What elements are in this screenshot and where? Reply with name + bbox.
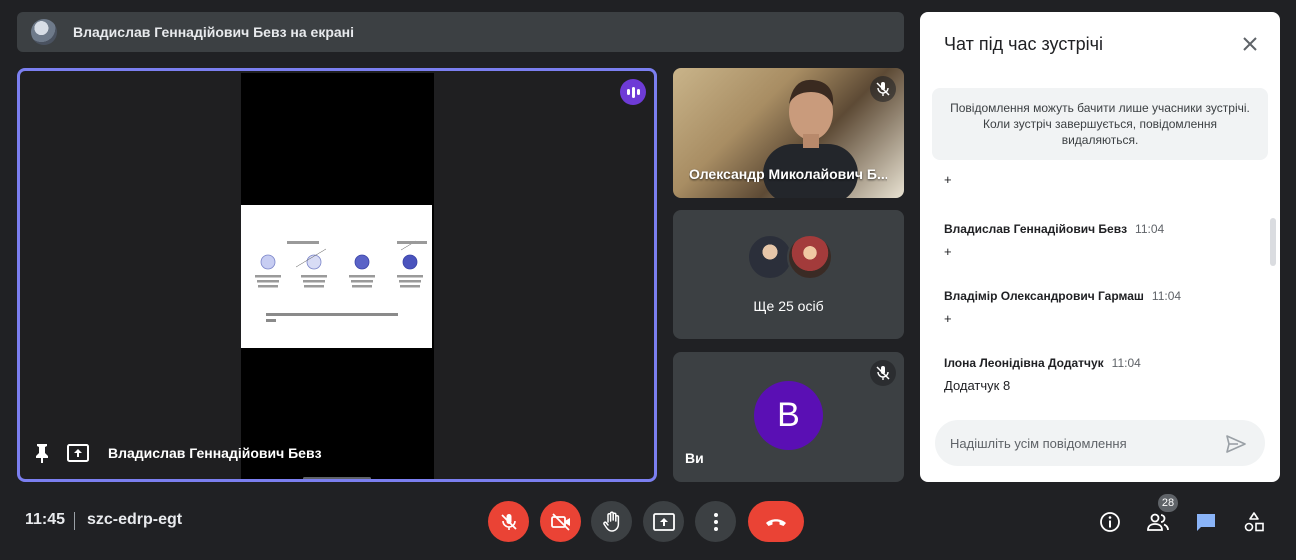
chat-notice: Повідомлення можуть бачити лише учасники… bbox=[932, 88, 1268, 160]
presentation-slide bbox=[241, 205, 432, 348]
message-text: + bbox=[944, 172, 952, 187]
close-icon[interactable] bbox=[1238, 32, 1262, 56]
message-text: Додатчук 8 bbox=[944, 378, 1011, 393]
pin-icon[interactable] bbox=[30, 441, 54, 465]
present-now-button[interactable] bbox=[643, 501, 684, 542]
people-button[interactable] bbox=[1145, 509, 1171, 535]
message-text: + bbox=[944, 244, 952, 259]
chat-button[interactable] bbox=[1193, 509, 1219, 535]
message-time: 11:04 bbox=[1111, 356, 1141, 370]
others-avatars bbox=[747, 234, 833, 280]
raise-hand-button[interactable] bbox=[591, 501, 632, 542]
mic-off-icon bbox=[870, 76, 896, 102]
meeting-details-button[interactable] bbox=[1097, 509, 1123, 535]
message-time: 11:04 bbox=[1135, 222, 1165, 236]
mic-off-icon bbox=[870, 360, 896, 386]
chat-title: Чат під час зустрічі bbox=[944, 34, 1103, 54]
chat-message: Владімір Олександрович Гармаш 11:04 + bbox=[944, 287, 1181, 326]
meeting-code: szc-edrp-egt bbox=[87, 511, 183, 528]
more-options-icon bbox=[713, 512, 718, 531]
raise-hand-icon bbox=[602, 511, 619, 532]
chat-panel: Чат під час зустрічі Повідомлення можуть… bbox=[920, 12, 1280, 482]
divider bbox=[74, 512, 75, 530]
leave-call-button[interactable] bbox=[748, 501, 804, 542]
presenting-text: Владислав Геннадійович Бевз на екрані bbox=[73, 24, 355, 40]
others-count-label: Ще 25 осіб bbox=[753, 298, 824, 314]
present-icon bbox=[66, 441, 90, 465]
shared-screen bbox=[241, 73, 434, 479]
share-scroll-indicator bbox=[303, 477, 371, 479]
video-off-icon bbox=[550, 512, 570, 531]
message-sender: Ілона Леонідівна Додатчук bbox=[944, 356, 1104, 370]
more-options-button[interactable] bbox=[695, 501, 736, 542]
self-tile[interactable]: В Ви bbox=[673, 352, 904, 482]
slide-diagram bbox=[255, 240, 427, 322]
message-sender: Владімір Олександрович Гармаш bbox=[944, 289, 1144, 303]
others-tile[interactable]: Ще 25 осіб bbox=[673, 210, 904, 339]
chat-message: Владислав Геннадійович Бевз 11:04 + bbox=[944, 220, 1164, 259]
activities-button[interactable] bbox=[1241, 509, 1267, 535]
present-icon bbox=[652, 512, 675, 531]
chat-message: Ілона Леонідівна Додатчук 11:04 Додатчук … bbox=[944, 354, 1141, 393]
chat-input[interactable] bbox=[935, 420, 1265, 466]
message-text: + bbox=[944, 311, 952, 326]
hang-up-icon bbox=[766, 518, 786, 526]
people-icon bbox=[1147, 513, 1169, 531]
message-sender: Владислав Геннадійович Бевз bbox=[944, 222, 1128, 236]
info-icon bbox=[1100, 512, 1120, 532]
participant-name: Олександр Миколайович Б... bbox=[689, 166, 887, 182]
presenter-avatar bbox=[31, 19, 57, 45]
mic-off-icon bbox=[500, 513, 517, 530]
chat-icon bbox=[1197, 514, 1215, 531]
people-count-badge: 28 bbox=[1158, 494, 1178, 512]
send-icon[interactable] bbox=[1224, 432, 1248, 456]
chat-message: + bbox=[944, 172, 952, 187]
main-tile-name: Владислав Геннадійович Бевз bbox=[108, 445, 322, 461]
audio-activity-icon bbox=[620, 79, 646, 105]
presenting-banner: Владислав Геннадійович Бевз на екрані bbox=[17, 12, 904, 52]
main-presentation-tile[interactable]: Владислав Геннадійович Бевз bbox=[17, 68, 657, 482]
avatar bbox=[787, 234, 833, 280]
self-label: Ви bbox=[685, 450, 704, 466]
chat-scrollbar[interactable] bbox=[1270, 218, 1276, 266]
mic-toggle-button[interactable] bbox=[488, 501, 529, 542]
self-avatar: В bbox=[754, 381, 823, 450]
camera-toggle-button[interactable] bbox=[540, 501, 581, 542]
meeting-time: 11:45 bbox=[25, 511, 66, 528]
main-tile-footer: Владислав Геннадійович Бевз bbox=[30, 441, 322, 465]
activities-icon bbox=[1244, 512, 1264, 532]
participant-tile[interactable]: Олександр Миколайович Б... bbox=[673, 68, 904, 198]
message-time: 11:04 bbox=[1151, 289, 1182, 303]
